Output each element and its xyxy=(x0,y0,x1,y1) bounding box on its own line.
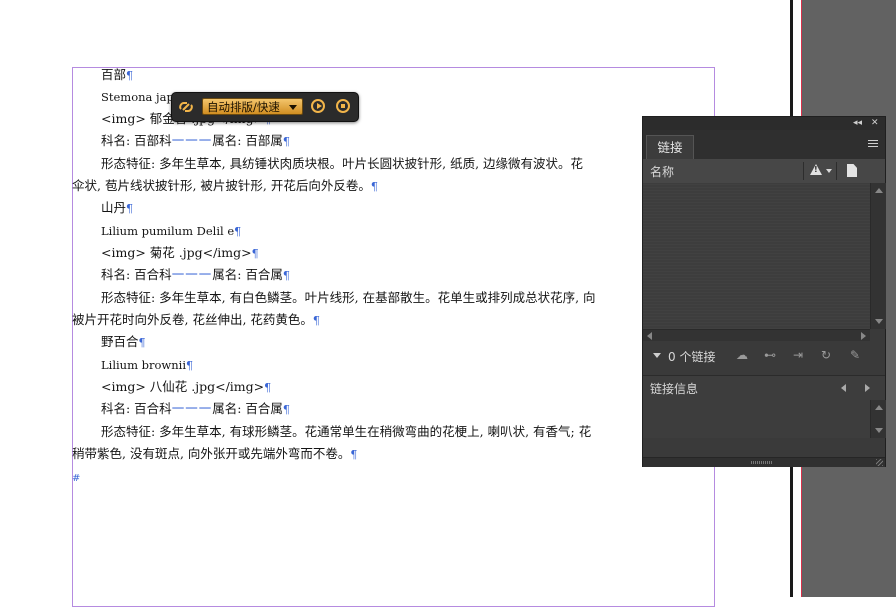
links-panel: ◂◂ ✕ 链接 名称 0 个链接 ☁ ⊷ ⇥ ↻ ✎ 链接信息 xyxy=(642,116,886,467)
description-line: 形态特征: 多年生草本, 有白色鳞茎。叶片线形, 在基部散生。花单生或排列成总状… xyxy=(101,290,596,305)
collapse-panel-button[interactable]: ◂◂ xyxy=(853,117,862,130)
latin-name: Lilium brownii¶ xyxy=(101,358,194,372)
edit-original-icon[interactable]: ✎ xyxy=(848,349,862,361)
panel-menu-icon[interactable] xyxy=(868,140,878,149)
scroll-up-icon[interactable] xyxy=(875,188,883,193)
play-icon[interactable] xyxy=(311,99,325,113)
species-title: 山丹¶ xyxy=(101,200,134,215)
tab-strip: 链接 xyxy=(643,130,885,160)
relink-icon[interactable]: ⊷ xyxy=(763,349,777,361)
description-line: 形态特征: 多年生草本, 有球形鳞茎。花通常单生在稍微弯曲的花梗上, 喇叭状, … xyxy=(101,424,592,439)
previous-link-icon[interactable] xyxy=(841,384,846,392)
family-line: 科名: 百部科一一一属名: 百部属¶ xyxy=(101,133,290,148)
stop-icon[interactable] xyxy=(336,99,350,113)
link-info-bar[interactable]: 链接信息 xyxy=(643,375,885,401)
page-icon[interactable] xyxy=(847,164,857,177)
autoflow-mode-dropdown[interactable]: 自动排版/快速 xyxy=(202,98,303,115)
story-end-marker: # xyxy=(72,473,81,484)
links-vertical-scrollbar[interactable] xyxy=(870,183,886,329)
cloud-icon[interactable]: ☁ xyxy=(735,349,749,361)
tab-links[interactable]: 链接 xyxy=(646,135,694,159)
link-info-area xyxy=(643,400,870,438)
latin-name: Stemona japo xyxy=(101,90,181,104)
chevron-down-icon[interactable] xyxy=(826,169,832,173)
species-title: 野百合¶ xyxy=(101,334,146,349)
autoflow-toolbar: 自动排版/快速 xyxy=(171,92,359,122)
warning-icon[interactable] xyxy=(810,164,822,175)
column-divider xyxy=(836,162,837,180)
links-horizontal-scrollbar[interactable] xyxy=(643,329,870,341)
species-title: 百部¶ xyxy=(101,67,134,82)
description-line: 稍带紫色, 没有斑点, 向外张开或先端外弯而不卷。¶ xyxy=(72,446,358,461)
scroll-down-icon[interactable] xyxy=(875,428,883,433)
family-line: 科名: 百合科一一一属名: 百合属¶ xyxy=(101,267,290,282)
description-line: 伞状, 苞片线状披针形, 被片披针形, 开花后向外反卷。¶ xyxy=(72,178,378,193)
link-info-label: 链接信息 xyxy=(650,382,699,396)
chain-link-icon[interactable] xyxy=(177,98,195,116)
scroll-right-icon[interactable] xyxy=(861,332,866,340)
corner-resize-icon[interactable] xyxy=(876,459,883,466)
image-tag: <img> 八仙花 .jpg</img>¶ xyxy=(101,379,272,394)
scroll-left-icon[interactable] xyxy=(647,332,652,340)
latin-name: Lilium pumilum Delil e¶ xyxy=(101,224,242,238)
panel-titlebar[interactable]: ◂◂ ✕ xyxy=(643,117,885,130)
resize-grip-icon[interactable] xyxy=(751,461,773,464)
next-link-icon[interactable] xyxy=(865,384,870,392)
close-panel-button[interactable]: ✕ xyxy=(871,117,879,130)
disclosure-triangle-icon[interactable] xyxy=(653,353,661,358)
links-count-bar: 0 个链接 ☁ ⊷ ⇥ ↻ ✎ xyxy=(643,343,885,369)
column-divider xyxy=(803,162,804,180)
scroll-down-icon[interactable] xyxy=(875,319,883,324)
description-line: 被片开花时向外反卷, 花丝伸出, 花药黄色。¶ xyxy=(72,312,320,327)
family-line: 科名: 百合科一一一属名: 百合属¶ xyxy=(101,401,290,416)
scroll-up-icon[interactable] xyxy=(875,405,883,410)
links-column-header: 名称 xyxy=(643,159,885,184)
image-tag: <img> 菊花 .jpg</img>¶ xyxy=(101,245,259,260)
goto-link-icon[interactable]: ⇥ xyxy=(791,349,805,361)
column-name-header[interactable]: 名称 xyxy=(650,163,674,180)
link-count: 0 个链接 xyxy=(668,350,716,364)
panel-resize-bar[interactable] xyxy=(643,457,885,467)
update-link-icon[interactable]: ↻ xyxy=(819,349,833,361)
chevron-down-icon xyxy=(289,105,297,110)
links-list[interactable] xyxy=(643,183,870,329)
description-line: 形态特征: 多年生草本, 具纺锤状肉质块根。叶片长圆状披针形, 纸质, 边缘微有… xyxy=(101,156,584,171)
info-vertical-scrollbar[interactable] xyxy=(870,400,886,438)
